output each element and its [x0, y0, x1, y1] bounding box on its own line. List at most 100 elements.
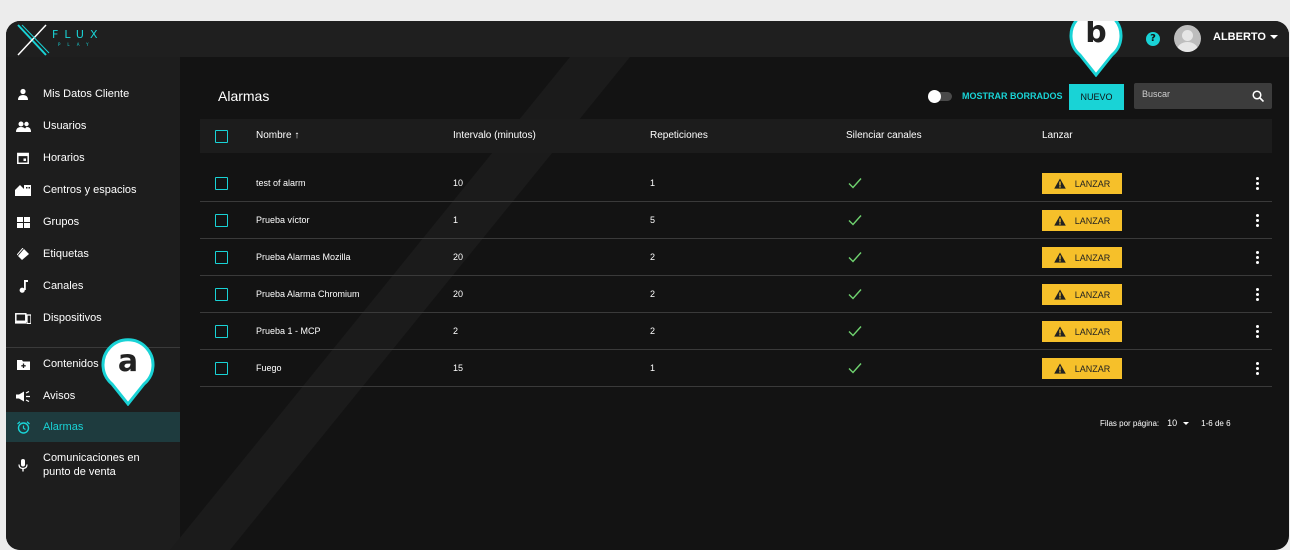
annotation-marker-a: a [98, 334, 158, 407]
row-repetitions: 2 [650, 289, 656, 299]
logo-x-icon [17, 24, 50, 56]
sidebar-item-label: Dispositivos [43, 312, 102, 324]
alarm-icon [15, 419, 31, 435]
column-header-nombre[interactable]: Nombre ↑ [256, 130, 299, 141]
mic-icon [15, 457, 31, 473]
table-row[interactable]: Prueba Alarma Chromium 20 2 LANZAR [200, 276, 1272, 313]
main-content: Alarmas MOSTRAR BORRADOS NUEVO Nombre ↑ … [170, 57, 1289, 550]
launch-label: LANZAR [1074, 252, 1111, 263]
check-icon [848, 326, 862, 337]
pagination-range: 1-6 de 6 [1201, 418, 1231, 428]
app-window: FLUX PLAY ? ALBERTO Mis Datos Cliente Us… [6, 21, 1289, 550]
brand-name: FLUX [52, 28, 104, 41]
check-icon [848, 252, 862, 263]
new-button[interactable]: NUEVO [1069, 84, 1124, 110]
avatar[interactable] [1174, 25, 1201, 52]
launch-label: LANZAR [1074, 289, 1111, 300]
sidebar-item-label: Canales [43, 280, 84, 292]
launch-button[interactable]: LANZAR [1042, 210, 1122, 231]
launch-label: LANZAR [1074, 363, 1111, 374]
rows-per-page-select[interactable]: 10 [1167, 418, 1177, 428]
row-checkbox[interactable] [215, 362, 228, 375]
row-repetitions: 1 [650, 363, 656, 373]
user-name[interactable]: ALBERTO [1213, 31, 1266, 43]
launch-button[interactable]: LANZAR [1042, 173, 1122, 194]
launch-button[interactable]: LANZAR [1042, 284, 1122, 305]
row-interval: 10 [453, 178, 464, 188]
launch-button[interactable]: LANZAR [1042, 358, 1122, 379]
row-repetitions: 5 [650, 215, 656, 225]
launch-button[interactable]: LANZAR [1042, 321, 1122, 342]
row-checkbox[interactable] [215, 214, 228, 227]
sidebar-item-label: Contenidos [43, 358, 99, 370]
sidebar-item-label-line2: punto de venta [43, 466, 116, 478]
sidebar-item-label: Horarios [43, 152, 85, 164]
column-header-repeticiones[interactable]: Repeticiones [650, 130, 708, 141]
row-checkbox[interactable] [215, 288, 228, 301]
more-vert-icon[interactable] [1256, 325, 1260, 339]
row-checkbox[interactable] [215, 251, 228, 264]
row-name: Prueba Alarma Chromium [256, 289, 360, 299]
table-row[interactable]: Prueba víctor 1 5 LANZAR [200, 202, 1272, 239]
users-icon [15, 118, 31, 134]
launch-label: LANZAR [1074, 215, 1111, 226]
check-icon [848, 289, 862, 300]
table-row[interactable]: Prueba Alarmas Mozilla 20 2 LANZAR [200, 239, 1272, 276]
warning-icon [1053, 363, 1066, 374]
row-interval: 15 [453, 363, 464, 373]
warning-icon [1053, 178, 1066, 189]
row-interval: 20 [453, 252, 464, 262]
row-interval: 1 [453, 215, 459, 225]
table-row[interactable]: test of alarm 10 1 LANZAR [200, 165, 1272, 202]
more-vert-icon[interactable] [1256, 214, 1260, 228]
row-interval: 2 [453, 326, 459, 336]
row-name: Prueba 1 - MCP [256, 326, 321, 336]
row-name: Prueba Alarmas Mozilla [256, 252, 351, 262]
table-row[interactable]: Fuego 15 1 LANZAR [200, 350, 1272, 387]
select-all-checkbox[interactable] [215, 130, 228, 143]
grid-icon [15, 214, 31, 230]
search-icon[interactable] [1252, 90, 1264, 102]
brand-logo[interactable]: FLUX PLAY [16, 23, 106, 57]
row-repetitions: 1 [650, 178, 656, 188]
folder-icon [15, 356, 31, 372]
megaphone-icon [15, 388, 31, 404]
chevron-down-icon[interactable] [1270, 35, 1278, 39]
column-header-intervalo[interactable]: Intervalo (minutos) [453, 130, 536, 141]
devices-icon [15, 310, 31, 326]
check-icon [848, 215, 862, 226]
more-vert-icon[interactable] [1256, 362, 1260, 376]
show-deleted-label[interactable]: MOSTRAR BORRADOS [962, 91, 1063, 101]
question-icon[interactable]: ? [1146, 32, 1160, 46]
chevron-down-icon[interactable] [1183, 421, 1190, 425]
more-vert-icon[interactable] [1256, 288, 1260, 302]
sidebar-item-label: Comunicaciones en [43, 452, 140, 464]
more-vert-icon[interactable] [1256, 251, 1260, 265]
person-icon [15, 86, 31, 102]
page-title: Alarmas [218, 88, 270, 104]
row-name: Fuego [256, 363, 282, 373]
warning-icon [1053, 289, 1066, 300]
warning-icon [1053, 215, 1066, 226]
sidebar-item-label: Mis Datos Cliente [43, 88, 130, 100]
sort-arrow-icon[interactable]: ↑ [294, 130, 299, 141]
row-checkbox[interactable] [215, 177, 228, 190]
column-header-silenciar[interactable]: Silenciar canales [846, 130, 922, 141]
calendar-icon [15, 150, 31, 166]
row-interval: 20 [453, 289, 464, 299]
row-checkbox[interactable] [215, 325, 228, 338]
check-icon [848, 363, 862, 374]
rows-per-page-label: Filas por página: [1100, 418, 1160, 428]
column-header-lanzar: Lanzar [1042, 130, 1073, 141]
brand-sub: PLAY [58, 42, 96, 47]
launch-button[interactable]: LANZAR [1042, 247, 1122, 268]
row-repetitions: 2 [650, 326, 656, 336]
table-row[interactable]: Prueba 1 - MCP 2 2 LANZAR [200, 313, 1272, 350]
search-input[interactable] [1142, 89, 1242, 99]
warning-icon [1053, 252, 1066, 263]
sidebar-item-label: Grupos [43, 216, 80, 228]
more-vert-icon[interactable] [1256, 177, 1260, 191]
show-deleted-toggle[interactable] [928, 90, 952, 103]
sidebar-item-label: Etiquetas [43, 248, 89, 260]
row-repetitions: 2 [650, 252, 656, 262]
